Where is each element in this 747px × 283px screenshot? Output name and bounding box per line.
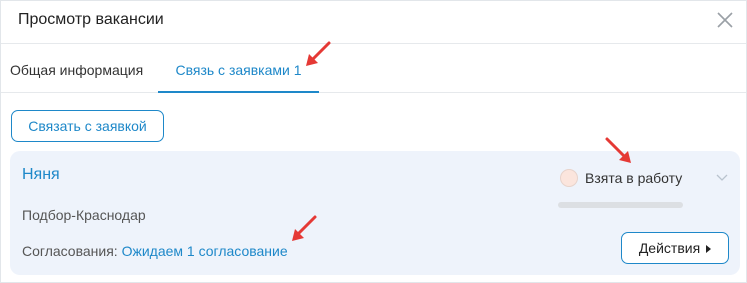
approvals-link[interactable]: Ожидаем 1 согласование	[122, 243, 288, 259]
approvals-row: Согласования: Ожидаем 1 согласование	[22, 243, 288, 259]
link-to-request-button[interactable]: Связать с заявкой	[11, 110, 164, 142]
dialog-header: Просмотр вакансии	[1, 1, 746, 44]
vacancy-subtitle: Подбор-Краснодар	[22, 207, 146, 223]
tab-bar: Общая информация Связь с заявками 1	[1, 45, 746, 93]
actions-button-label: Действия	[638, 240, 701, 256]
vacancy-card: Няня Подбор-Краснодар Согласования: Ожид…	[10, 151, 740, 275]
caret-right-icon	[706, 245, 712, 253]
dialog-title: Просмотр вакансии	[18, 11, 164, 28]
vacancy-view-dialog: Просмотр вакансии Общая информация Связь…	[0, 0, 747, 283]
close-icon[interactable]	[716, 11, 734, 29]
status-label[interactable]: Взята в работу	[585, 170, 682, 186]
actions-button[interactable]: Действия	[621, 232, 729, 264]
status-progress-bar	[558, 202, 683, 208]
tab-request-links[interactable]: Связь с заявками 1	[158, 45, 319, 93]
chevron-down-icon[interactable]	[716, 173, 728, 183]
annotation-arrow-icon	[306, 41, 331, 66]
annotation-arrow-icon	[605, 137, 631, 163]
approvals-label: Согласования:	[22, 243, 118, 259]
annotation-arrow-icon	[292, 215, 317, 241]
status-indicator-icon[interactable]	[560, 169, 578, 187]
tab-general-info[interactable]: Общая информация	[10, 45, 143, 93]
vacancy-title[interactable]: Няня	[22, 166, 60, 184]
